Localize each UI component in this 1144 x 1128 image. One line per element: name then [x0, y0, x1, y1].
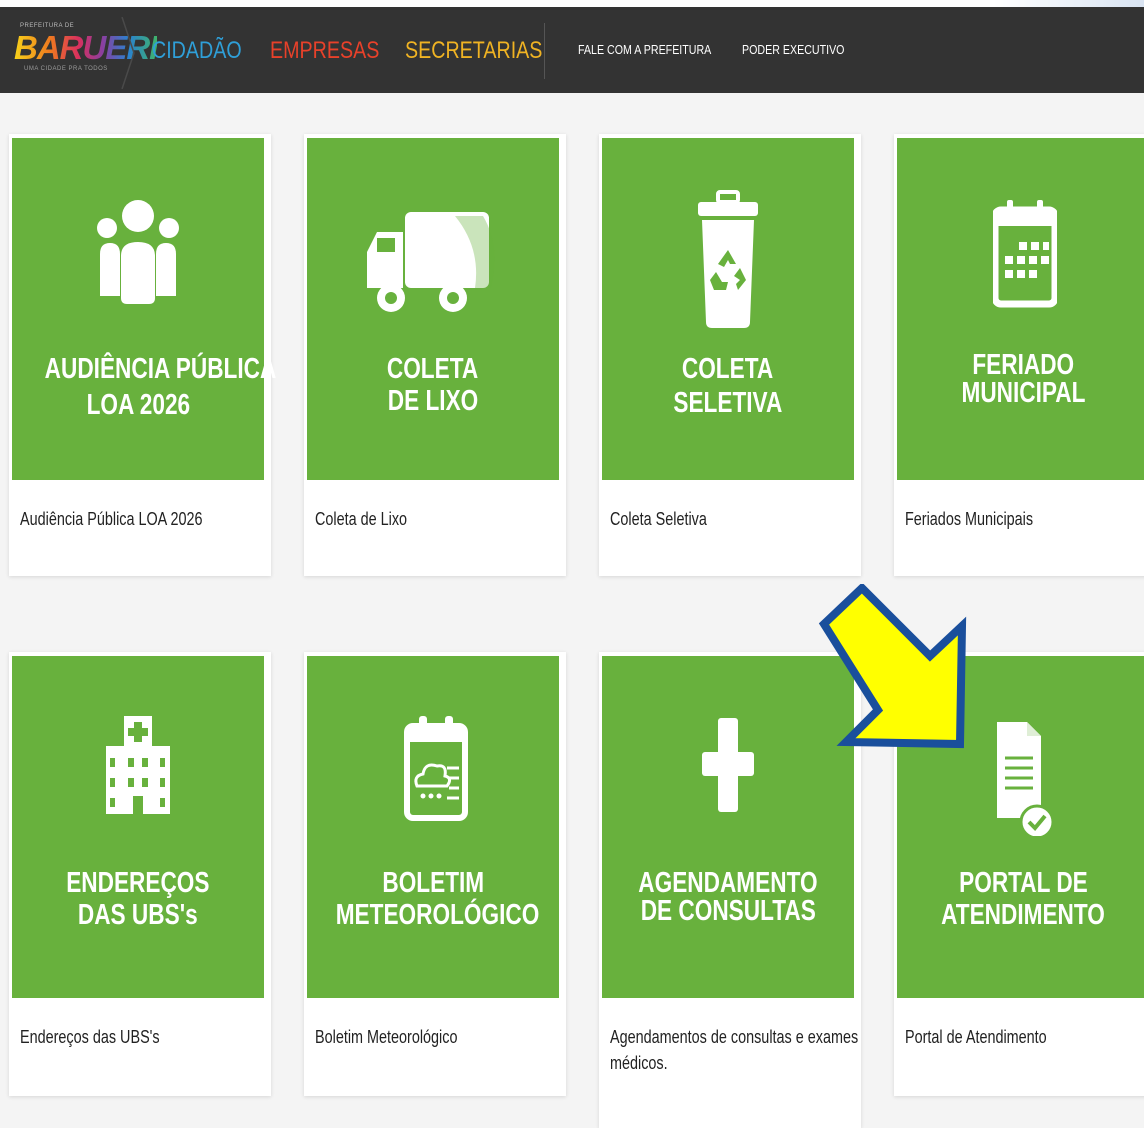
card-tile: COLETA DE LIXO: [307, 138, 559, 480]
card-caption: Audiência Pública LOA 2026: [20, 509, 203, 529]
card-caption: Boletim Meteorológico: [315, 1027, 458, 1047]
card-title-line2: MUNICIPAL: [961, 377, 1085, 409]
nav-cidadao[interactable]: CIDADÃO: [152, 36, 242, 66]
document-check-icon: [997, 722, 1055, 836]
card-title-line2: LOA 2026: [86, 389, 190, 421]
card-audiencia-publica[interactable]: AUDIÊNCIA PÚBLICA LOA 2026 Audiência Púb…: [9, 134, 277, 576]
nav-poder-executivo[interactable]: PODER EXECUTIVO: [742, 42, 844, 58]
hospital-icon: [106, 716, 170, 814]
card-title-line2: DE LIXO: [387, 385, 479, 417]
card-title-line1: FERIADO: [972, 349, 1074, 381]
card-tile: BOLETIM METEOROLÓGICO: [307, 656, 559, 998]
card-title-line1: ENDEREÇOS: [66, 867, 210, 899]
highlight-arrow-icon: [818, 584, 967, 749]
card-title-line2: METEOROLÓGICO: [335, 899, 540, 931]
card-enderecos-das-ubs[interactable]: ENDEREÇOS DAS UBS's Endereços das UBS's: [9, 652, 271, 1096]
card-caption-line2: médicos.: [610, 1053, 668, 1073]
card-caption: Portal de Atendimento: [905, 1027, 1047, 1047]
recycle-bin-icon: [698, 190, 758, 328]
card-title-line2: SELETIVA: [673, 387, 783, 419]
logo-divider-chevron: [121, 17, 135, 89]
card-caption: Agendamentos de consultas e exames médic…: [610, 1024, 858, 1076]
card-title-line1: PORTAL DE: [958, 867, 1088, 899]
nav-separator: [544, 23, 545, 79]
card-caption: Endereços das UBS's: [20, 1027, 160, 1047]
card-title-line1: COLETA: [682, 353, 774, 385]
card-caption: Coleta Seletiva: [610, 509, 707, 529]
card-title-line2: DAS UBS's: [78, 899, 198, 931]
top-navbar: PREFEITURA DE BARUERI UMA CIDADE PRA TOD…: [0, 7, 1144, 93]
card-title-line1: AGENDAMENTO: [638, 867, 818, 899]
card-title-line1: COLETA: [387, 353, 479, 385]
nav-fale-com-a-prefeitura[interactable]: FALE COM A PREFEITURA: [578, 42, 711, 58]
top-strip-fade: [994, 0, 1144, 7]
card-tile: FERIADO MUNICIPAL: [897, 138, 1144, 480]
card-title-line2: DE CONSULTAS: [640, 895, 816, 927]
card-title-line1: AUDIÊNCIA PÚBLICA: [44, 353, 277, 385]
card-caption: Coleta de Lixo: [315, 509, 408, 529]
medical-cross-icon: [702, 718, 754, 812]
card-caption-line1: Agendamentos de consultas e exames: [610, 1027, 859, 1047]
card-tile: AUDIÊNCIA PÚBLICA LOA 2026: [12, 138, 277, 480]
card-boletim-meteorologico[interactable]: BOLETIM METEOROLÓGICO Boletim Meteorológ…: [304, 652, 566, 1096]
card-tile: ENDEREÇOS DAS UBS's: [12, 656, 264, 998]
logo-tagline: UMA CIDADE PRA TODOS: [24, 66, 108, 72]
card-title-line1: BOLETIM: [382, 867, 484, 899]
weather-report-icon: [404, 716, 468, 821]
people-icon: [97, 200, 179, 304]
card-coleta-seletiva[interactable]: COLETA SELETIVA Coleta Seletiva: [599, 134, 861, 576]
card-feriado-municipal[interactable]: FERIADO MUNICIPAL Feriados Municipais: [894, 134, 1144, 576]
garbage-truck-icon: [367, 212, 495, 312]
barueri-logo[interactable]: PREFEITURA DE BARUERI UMA CIDADE PRA TOD…: [14, 23, 158, 77]
nav-secretarias[interactable]: SECRETARIAS: [405, 36, 542, 66]
calendar-icon: [993, 200, 1057, 308]
card-title-line2: ATENDIMENTO: [941, 899, 1105, 931]
top-strip: [0, 0, 1144, 7]
card-coleta-de-lixo[interactable]: COLETA DE LIXO Coleta de Lixo: [304, 134, 566, 576]
card-tile: COLETA SELETIVA: [602, 138, 854, 480]
nav-empresas[interactable]: EMPRESAS: [270, 36, 379, 66]
card-caption: Feriados Municipais: [905, 509, 1034, 529]
